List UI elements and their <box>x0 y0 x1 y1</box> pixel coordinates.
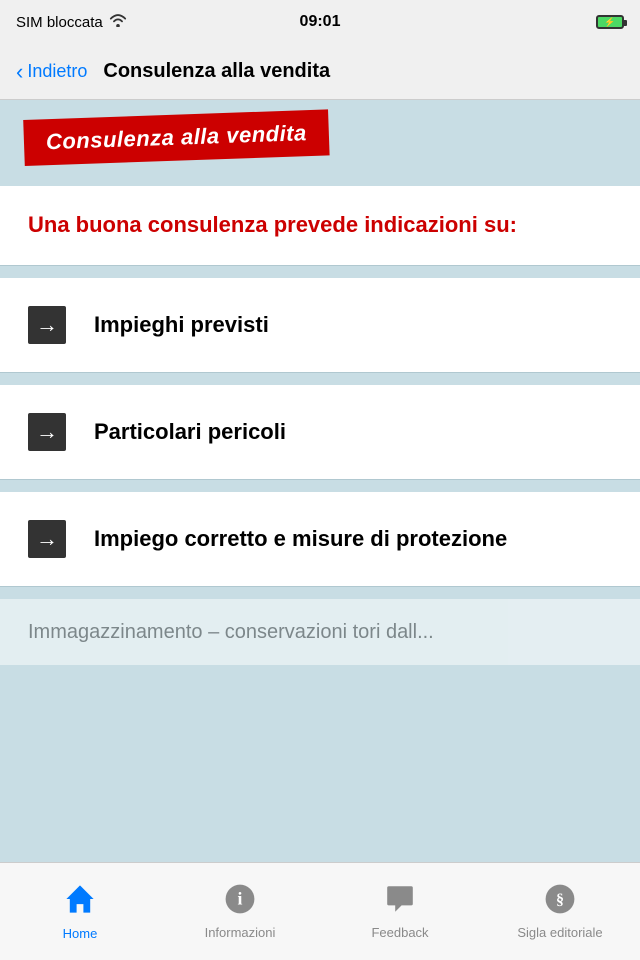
list-item-pericoli[interactable]: → Particolari pericoli <box>0 385 640 480</box>
separator-1 <box>0 266 640 278</box>
separator-2 <box>0 373 640 385</box>
tab-feedback[interactable]: Feedback <box>330 883 470 940</box>
info-icon: i <box>224 883 256 920</box>
page-title: Consulenza alla vendita <box>103 60 330 83</box>
arrow-icon-3: → <box>28 520 66 558</box>
description-text: Una buona consulenza prevede indicazioni… <box>28 210 612 241</box>
blurred-section: Immagazzinamento – conservazioni tori da… <box>0 599 640 665</box>
status-time: 09:01 <box>300 13 341 31</box>
list-item-impieghi[interactable]: → Impieghi previsti <box>0 278 640 373</box>
feedback-icon <box>384 883 416 920</box>
tab-informazioni[interactable]: i Informazioni <box>170 883 310 940</box>
nav-bar: ‹ Indietro Consulenza alla vendita <box>0 44 640 100</box>
carrier-text: SIM bloccata <box>16 14 103 31</box>
tab-bar: Home i Informazioni Feedback § Sigla edi… <box>0 862 640 960</box>
banner-label: Consulenza alla vendita <box>23 109 329 166</box>
sigla-icon: § <box>544 883 576 920</box>
tab-home[interactable]: Home <box>10 882 150 941</box>
list-item-impiego-corretto[interactable]: → Impiego corretto e misure di protezion… <box>0 492 640 587</box>
item-label-1: Impieghi previsti <box>94 310 269 340</box>
separator-4 <box>0 587 640 599</box>
separator-3 <box>0 480 640 492</box>
blurred-text: Immagazzinamento – conservazioni tori da… <box>28 617 612 647</box>
main-content: Consulenza alla vendita Una buona consul… <box>0 100 640 665</box>
tab-sigla-editoriale[interactable]: § Sigla editoriale <box>490 883 630 940</box>
home-icon <box>63 882 97 921</box>
item-label-3: Impiego corretto e misure di protezione <box>94 524 507 554</box>
tab-home-label: Home <box>63 926 98 941</box>
banner-section: Consulenza alla vendita <box>0 100 640 182</box>
arrow-icon-1: → <box>28 306 66 344</box>
tab-informazioni-label: Informazioni <box>205 925 276 940</box>
status-carrier: SIM bloccata <box>16 13 127 31</box>
tab-feedback-label: Feedback <box>371 925 428 940</box>
arrow-icon-2: → <box>28 413 66 451</box>
status-bar: SIM bloccata 09:01 ⚡ <box>0 0 640 44</box>
status-battery: ⚡ <box>596 15 624 29</box>
item-label-2: Particolari pericoli <box>94 417 286 447</box>
back-button[interactable]: ‹ Indietro <box>16 61 87 83</box>
svg-text:§: § <box>556 892 564 909</box>
battery-icon: ⚡ <box>596 15 624 29</box>
tab-sigla-label: Sigla editoriale <box>517 925 602 940</box>
wifi-icon <box>109 13 127 31</box>
back-label: Indietro <box>27 61 87 82</box>
description-section: Una buona consulenza prevede indicazioni… <box>0 186 640 266</box>
back-chevron-icon: ‹ <box>16 61 23 83</box>
svg-text:i: i <box>238 889 243 909</box>
